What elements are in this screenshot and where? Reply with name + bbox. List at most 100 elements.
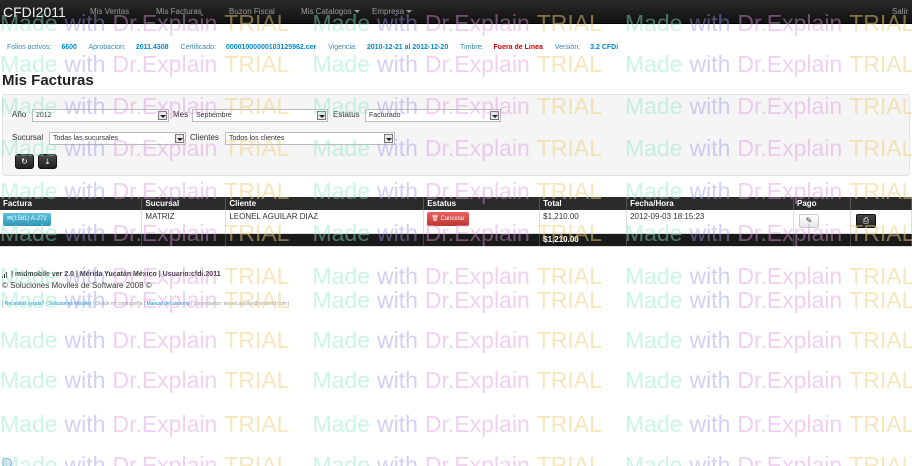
watermark-word: TRIAL xyxy=(224,287,290,313)
download-icon: ⤓ xyxy=(45,157,50,166)
watermark-word: with xyxy=(689,287,731,313)
print-button[interactable]: ⎙ xyxy=(855,214,876,228)
col-header-cliente: Cliente xyxy=(225,197,425,210)
watermark-word: with xyxy=(689,452,731,466)
col-header-pago: Pago xyxy=(793,197,851,210)
estatus-label: Estatus xyxy=(333,110,360,119)
footer-version-text: | midmobile ver 2.0 | Mérida Yucatán Méx… xyxy=(11,271,221,278)
soluciones-link[interactable]: Soluciones Moviles xyxy=(49,301,92,307)
cell-print: ⎙ xyxy=(850,210,912,234)
anio-label: Año xyxy=(12,110,27,119)
watermark-word: with xyxy=(377,452,418,466)
folios-label: Folios activos: xyxy=(7,44,52,51)
watermark-word: with xyxy=(689,411,731,437)
app-brand[interactable]: CFDI2011 xyxy=(3,4,66,20)
forgot-password-link[interactable]: Olvide mi contraseña xyxy=(95,301,142,307)
watermark-text: Made with Dr.Explain TRIAL xyxy=(0,367,296,393)
watermark-word: Made xyxy=(624,287,683,313)
watermark-word: TRIAL xyxy=(536,287,602,313)
watermark-word: Made xyxy=(312,327,371,353)
cell-estatus: 🗑 Cancelar xyxy=(423,210,541,234)
watermark-word: TRIAL xyxy=(849,287,912,313)
total-spacer xyxy=(225,233,425,247)
watermark-word: Dr.Explain xyxy=(737,287,843,313)
table-header-row: Factura Sucursal Cliente Estatus Total F… xyxy=(0,197,912,210)
cancelar-button[interactable]: 🗑 Cancelar xyxy=(427,212,469,226)
watermark-word: Made xyxy=(312,51,371,77)
watermark-word: TRIAL xyxy=(536,367,602,393)
factura-button[interactable]: ✉(1581) A-272 xyxy=(3,213,51,226)
mes-select[interactable]: Septiembre xyxy=(192,109,328,122)
chevron-down-icon xyxy=(406,10,413,14)
mes-label: Mes xyxy=(173,110,189,119)
nav-mis-catalogos[interactable]: Mis Catalogos xyxy=(301,7,360,16)
watermark-word: with xyxy=(64,287,106,313)
download-button[interactable]: ⤓ xyxy=(38,154,57,169)
cancelar-button-label: Cancelar xyxy=(440,216,465,222)
watermark-row: Made with Dr.Explain TRIAL Made with Dr.Explai… xyxy=(0,51,912,78)
watermark-row: Made with Dr.Explain TRIAL Made with Dr.Explai… xyxy=(0,367,912,394)
aprobacion-value: 2011.4308 xyxy=(135,44,169,51)
watermark-word: with xyxy=(377,367,418,393)
footer-links: | Necesitas ayuda? | Soluciones Moviles … xyxy=(2,301,290,307)
watermark-word: Made xyxy=(624,411,683,437)
watermark-word: with xyxy=(377,411,418,437)
watermark-text: Made with Dr.Explain TRIAL xyxy=(625,327,912,353)
watermark-word: Made xyxy=(0,411,58,437)
refresh-button[interactable]: ↻ xyxy=(15,154,34,169)
nav-empresa[interactable]: Empresa xyxy=(372,7,413,16)
watermark-word: Dr.Explain xyxy=(112,51,218,77)
cell-pago: ✎ xyxy=(793,210,851,234)
chevron-down-icon xyxy=(490,111,499,120)
watermark-text: Made with Dr.Explain TRIAL xyxy=(625,51,912,77)
sucursal-select[interactable]: Todas las sucursales xyxy=(49,132,186,145)
table-row: ✉(1581) A-272 MATRIZ LEONEL AGUILAR DIAZ… xyxy=(0,210,912,234)
nav-mis-facturas[interactable]: Mis Facturas xyxy=(156,7,202,16)
total-spacer xyxy=(850,233,912,247)
anio-select[interactable]: 2012 xyxy=(32,109,169,122)
watermark-text: Made with Dr.Explain TRIAL xyxy=(0,287,296,313)
watermark-word: Made xyxy=(312,367,371,393)
nav-empresa-label: Empresa xyxy=(372,7,405,16)
mes-select-value: Septiembre xyxy=(196,112,232,119)
anio-select-value: 2012 xyxy=(36,112,52,119)
folios-value: 6600 xyxy=(61,44,77,51)
watermark-word: Made xyxy=(624,367,683,393)
watermark-word: TRIAL xyxy=(224,452,290,466)
help-link[interactable]: Necesitas ayuda? xyxy=(5,301,45,307)
watermark-word: with xyxy=(689,51,731,77)
version-label: Versión: xyxy=(554,44,581,51)
total-spacer xyxy=(0,233,143,247)
watermark-word: TRIAL xyxy=(536,411,602,437)
nav-buzon-fiscal[interactable]: Buzon Fiscal xyxy=(229,7,275,16)
watermark-word: Dr.Explain xyxy=(112,367,218,393)
watermark-word: Made xyxy=(624,51,683,77)
manual-link[interactable]: Manual del sistema xyxy=(146,301,189,307)
edit-pago-button[interactable]: ✎ xyxy=(798,214,819,228)
watermark-text: Made with Dr.Explain TRIAL xyxy=(312,51,608,77)
nav-mis-catalogos-label: Mis Catalogos xyxy=(301,7,352,16)
estatus-select[interactable]: Facturado xyxy=(365,109,501,122)
estatus-select-value: Facturado xyxy=(369,112,401,119)
total-spacer xyxy=(626,233,794,247)
logout-link[interactable]: Salir xyxy=(892,7,908,16)
watermark-word: Dr.Explain xyxy=(424,411,530,437)
clientes-label: Clientes xyxy=(190,133,219,142)
watermark-word: TRIAL xyxy=(849,411,912,437)
cell-total: $1,210.00 xyxy=(539,210,628,234)
certificado-value: 00001000000103125962.cer xyxy=(225,44,317,51)
aprobacion-label: Aprobacion: xyxy=(88,44,126,51)
certificado-label: Certificado: xyxy=(180,44,216,51)
clientes-select[interactable]: Todos los clientes xyxy=(225,132,395,145)
watermark-word: Made xyxy=(0,367,58,393)
watermark-text: Made with Dr.Explain TRIAL xyxy=(0,411,296,437)
watermark-word: Made xyxy=(624,327,683,353)
nav-mis-ventas[interactable]: Mis Ventas xyxy=(90,7,129,16)
watermark-word: TRIAL xyxy=(849,51,912,77)
watermark-text: Made with Dr.Explain TRIAL xyxy=(312,287,608,313)
pencil-icon: ✎ xyxy=(805,216,813,225)
watermark-text: Made with Dr.Explain TRIAL xyxy=(625,263,912,289)
watermark-word: Dr.Explain xyxy=(737,411,843,437)
vigencia-label: Vigencia: xyxy=(328,44,357,51)
comments-text: comentarios: leonel.aguilar@smamid.com xyxy=(193,301,287,307)
